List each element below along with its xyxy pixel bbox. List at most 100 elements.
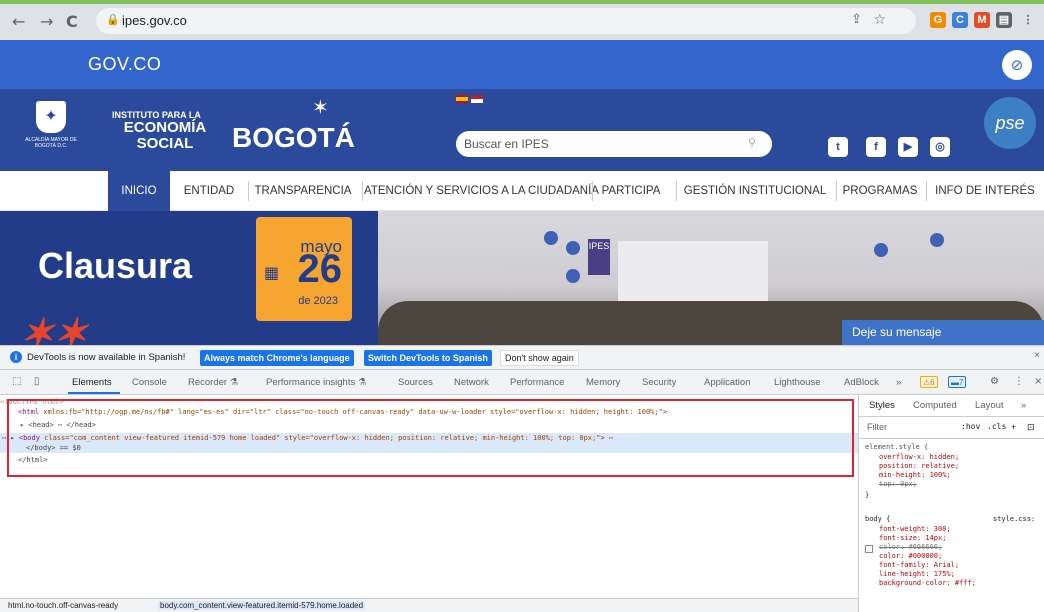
- lock-icon: 🔒: [106, 13, 120, 26]
- element-style-selector[interactable]: element.style {: [865, 443, 928, 452]
- govco-logo[interactable]: GOV.CO: [88, 54, 161, 75]
- breadcrumb-body[interactable]: body.com_content.view-featured.itemid-57…: [158, 601, 366, 610]
- uk-flag-icon[interactable]: [471, 95, 483, 103]
- nav-item-transparencia[interactable]: TRANSPARENCIA: [250, 171, 356, 211]
- close-icon[interactable]: ×: [1034, 350, 1040, 361]
- extension-icon[interactable]: M: [974, 12, 990, 28]
- rule-source-link[interactable]: style.css:: [993, 515, 1035, 524]
- nav-item-atencion[interactable]: ATENCIÓN Y SERVICIOS A LA CIUDADANÍA: [364, 171, 599, 211]
- nav-item-participa[interactable]: PARTICIPA: [596, 171, 666, 211]
- body-rule-selector[interactable]: body {: [865, 515, 890, 524]
- nav-item-gestion[interactable]: GESTIÓN INSTITUCIONAL: [680, 171, 830, 211]
- bogota-logo[interactable]: BOGOTÁ: [232, 122, 355, 154]
- styles-filter-input[interactable]: Filter: [867, 422, 887, 432]
- style-prop-overridden[interactable]: top: 0px;: [879, 480, 917, 489]
- style-prop[interactable]: overflow-x: hidden;: [879, 453, 959, 462]
- more-tabs-chevron[interactable]: »: [896, 377, 901, 388]
- govco-bar: GOV.CO ⊘: [0, 40, 1044, 89]
- style-prop[interactable]: font-weight: 300;: [879, 525, 951, 534]
- language-flags[interactable]: [456, 95, 486, 103]
- twitter-icon[interactable]: t: [828, 137, 848, 157]
- spain-flag-icon[interactable]: [456, 95, 468, 103]
- pse-logo[interactable]: pse: [984, 97, 1036, 149]
- extension-icon[interactable]: C: [952, 12, 968, 28]
- accessibility-eye-icon[interactable]: ⊘: [1002, 50, 1032, 80]
- sidepanel-icon[interactable]: ▤: [996, 12, 1012, 28]
- tab-network[interactable]: Network: [454, 377, 489, 388]
- rule-close-brace: }: [865, 491, 870, 499]
- balloon-decoration: [566, 241, 580, 255]
- warnings-count: 6: [930, 378, 935, 387]
- tab-memory[interactable]: Memory: [586, 377, 620, 388]
- tab-lighthouse[interactable]: Lighthouse: [774, 377, 820, 388]
- tab-adblock[interactable]: AdBlock: [844, 377, 879, 388]
- tab-sources[interactable]: Sources: [398, 377, 433, 388]
- youtube-icon[interactable]: ▶: [898, 137, 918, 157]
- address-bar[interactable]: 🔒 ipes.gov.co ⇪ ☆: [96, 8, 916, 34]
- nav-item-info[interactable]: INFO DE INTERÉS: [930, 171, 1040, 211]
- hov-toggle[interactable]: :hov: [961, 422, 980, 431]
- style-prop[interactable]: line-height: 175%;: [879, 570, 955, 579]
- cls-toggle[interactable]: .cls: [987, 422, 1006, 431]
- warnings-badge[interactable]: ⚠6: [920, 376, 938, 388]
- dont-show-again-button[interactable]: Don't show again: [500, 350, 579, 366]
- share-icon[interactable]: ⇪: [851, 12, 862, 27]
- breadcrumb-html[interactable]: html.no-touch.off-canvas-ready: [8, 601, 118, 610]
- url-text[interactable]: ipes.gov.co: [122, 13, 187, 28]
- info-icon: i: [10, 351, 22, 363]
- browser-toolbar: ← → C 🔒 ipes.gov.co ⇪ ☆ G C M ▤ ⋮: [0, 0, 1044, 40]
- chat-label: Deje su mensaje: [852, 325, 942, 339]
- search-input[interactable]: Buscar en IPES ⚲: [456, 131, 772, 157]
- close-devtools-icon[interactable]: ×: [1034, 376, 1042, 387]
- match-language-button[interactable]: Always match Chrome's language: [200, 350, 354, 366]
- style-prop[interactable]: position: relative;: [879, 462, 959, 471]
- style-prop-overridden[interactable]: color: #666666;: [879, 543, 942, 552]
- ipes-banner-stand: IPES: [588, 239, 610, 275]
- device-toolbar-icon[interactable]: ▯: [34, 376, 40, 387]
- devtools-menu-icon[interactable]: ⋮: [1014, 376, 1024, 387]
- search-icon[interactable]: ⚲: [748, 136, 756, 149]
- devtools-tab-bar: ⬚ ▯ Elements Console Recorder ⚗ Performa…: [0, 369, 1044, 395]
- institute-line2: ECONOMÍA SOCIAL: [123, 119, 207, 152]
- bookmark-star-icon[interactable]: ☆: [873, 12, 886, 28]
- instagram-icon[interactable]: ◎: [930, 137, 950, 157]
- nav-item-programas[interactable]: PROGRAMAS: [840, 171, 920, 211]
- infobar-message: DevTools is now available in Spanish!: [27, 352, 186, 363]
- messages-badge[interactable]: ▬7: [948, 376, 967, 388]
- styles-pane: Styles Computed Layout » Filter :hov .cl…: [858, 395, 1044, 612]
- alcaldia-text: ALCALDÍA MAYOR DE BOGOTÁ D.C.: [25, 137, 77, 149]
- tab-layout[interactable]: Layout: [975, 400, 1004, 411]
- more-panes-chevron[interactable]: »: [1021, 400, 1026, 411]
- tab-application[interactable]: Application: [704, 377, 750, 388]
- style-prop[interactable]: font-size: 14px;: [879, 534, 946, 543]
- nav-item-inicio[interactable]: INICIO: [108, 171, 170, 211]
- new-style-rule-icon[interactable]: ⊡: [1027, 422, 1035, 433]
- tab-recorder[interactable]: Recorder ⚗: [188, 377, 238, 388]
- property-checkbox[interactable]: [865, 545, 873, 553]
- add-rule-icon[interactable]: +: [1011, 422, 1016, 432]
- tab-console[interactable]: Console: [132, 377, 167, 388]
- tab-performance-insights[interactable]: Performance insights ⚗: [266, 377, 366, 388]
- tab-performance[interactable]: Performance: [510, 377, 564, 388]
- tab-computed[interactable]: Computed: [913, 400, 957, 411]
- nav-item-entidad[interactable]: ENTIDAD: [176, 171, 242, 211]
- style-prop[interactable]: min-height: 100%;: [879, 471, 951, 480]
- menu-kebab-icon[interactable]: ⋮: [1020, 12, 1036, 28]
- switch-spanish-button[interactable]: Switch DevTools to Spanish: [364, 350, 492, 366]
- forward-icon[interactable]: →: [40, 12, 53, 31]
- chat-widget[interactable]: Deje su mensaje: [842, 320, 1044, 345]
- back-icon[interactable]: ←: [12, 12, 25, 31]
- style-prop[interactable]: color: #000000;: [879, 552, 942, 561]
- style-prop[interactable]: font-family: Arial;: [879, 561, 959, 570]
- reload-icon[interactable]: C: [66, 12, 78, 31]
- style-prop[interactable]: background-color: #fff;: [879, 579, 976, 588]
- facebook-icon[interactable]: f: [866, 137, 886, 157]
- tab-styles[interactable]: Styles: [869, 400, 895, 411]
- tab-security[interactable]: Security: [642, 377, 676, 388]
- inspect-element-icon[interactable]: ⬚: [12, 376, 21, 387]
- extension-icon[interactable]: G: [930, 12, 946, 28]
- balloon-decoration: [566, 269, 580, 283]
- tab-elements[interactable]: Elements: [72, 377, 112, 388]
- alcaldia-logo[interactable]: ✦ ALCALDÍA MAYOR DE BOGOTÁ D.C.: [22, 101, 80, 159]
- settings-gear-icon[interactable]: ⚙: [990, 376, 999, 387]
